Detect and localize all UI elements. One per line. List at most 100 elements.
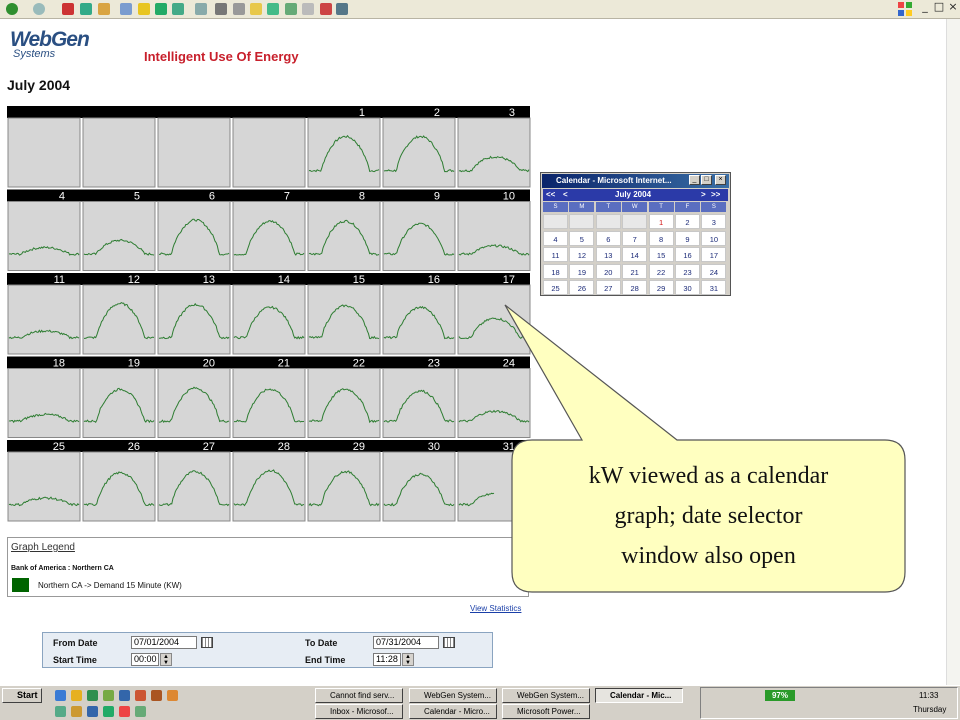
next-month-button[interactable]: > <box>701 189 706 201</box>
popup-maximize-button[interactable]: □ <box>701 175 712 185</box>
popup-day-cell[interactable]: 16 <box>675 247 700 262</box>
quicklaunch-icon[interactable] <box>119 706 130 717</box>
start-time-input[interactable]: 00:00 <box>131 653 159 666</box>
day-cell <box>157 368 231 438</box>
task-button[interactable]: Calendar - Micro... <box>409 704 497 719</box>
day-cell <box>82 368 156 438</box>
task-button[interactable]: Inbox - Microsof... <box>315 704 403 719</box>
popup-day-cell[interactable]: 21 <box>622 263 648 279</box>
powerpoint-icon[interactable] <box>135 690 146 701</box>
day-cell <box>457 368 531 438</box>
popup-day-cell[interactable]: 17 <box>701 247 727 262</box>
word-icon[interactable] <box>119 690 130 701</box>
start-time-spinner[interactable]: ▲ ▼ <box>160 653 172 666</box>
end-time-input[interactable]: 11:28 <box>373 653 401 666</box>
popup-day-cell[interactable]: 28 <box>622 280 648 295</box>
to-date-input[interactable]: 07/31/2004 <box>373 636 439 649</box>
quicklaunch-icon[interactable] <box>55 706 66 717</box>
popup-day-cell[interactable]: 10 <box>701 230 727 246</box>
next-year-button[interactable]: >> <box>711 189 720 201</box>
popup-day-cell[interactable]: 3 <box>701 214 727 229</box>
popup-day-cell[interactable]: 20 <box>595 263 621 279</box>
popup-day-cell[interactable]: 23 <box>675 263 700 279</box>
popup-day-cell[interactable]: 31 <box>701 280 727 295</box>
popup-close-button[interactable]: × <box>715 175 726 185</box>
popup-day-cell[interactable]: 9 <box>675 230 700 246</box>
day-number: 4 <box>59 191 65 203</box>
day-cell <box>82 284 156 355</box>
day-cell <box>7 451 81 522</box>
clock-time[interactable]: 11:33 <box>919 691 938 700</box>
prev-month-button[interactable]: < <box>563 189 568 201</box>
popup-day-cell[interactable]: 24 <box>701 263 727 279</box>
weekday-header: W <box>622 202 648 212</box>
popup-day-cell[interactable]: 19 <box>569 263 595 279</box>
task-button-active[interactable]: Calendar - Mic... <box>595 688 683 703</box>
popup-day-cell[interactable]: 22 <box>648 263 674 279</box>
acrobat-icon[interactable] <box>167 690 178 701</box>
ie-icon[interactable] <box>55 690 66 701</box>
desktop-icon[interactable] <box>87 690 98 701</box>
excel-icon[interactable] <box>103 690 114 701</box>
day-number: 10 <box>503 191 515 203</box>
task-button[interactable]: Cannot find serv... <box>315 688 403 703</box>
day-cell <box>307 368 381 438</box>
task-button[interactable]: WebGen System... <box>502 688 590 703</box>
popup-day-cell[interactable]: 14 <box>622 247 648 262</box>
quicklaunch-icon[interactable] <box>135 706 146 717</box>
popup-day-cell[interactable]: 4 <box>543 230 568 246</box>
prev-year-button[interactable]: << <box>546 189 555 201</box>
calendar-icon[interactable] <box>201 637 213 648</box>
day-number: 5 <box>134 191 140 203</box>
day-number: 3 <box>509 107 515 119</box>
popup-day-cell[interactable]: 29 <box>648 280 674 295</box>
day-cell <box>307 451 381 522</box>
quicklaunch-icon[interactable] <box>71 706 82 717</box>
popup-day-cell[interactable]: 25 <box>543 280 568 295</box>
popup-day-cell[interactable]: 26 <box>569 280 595 295</box>
day-number: 26 <box>128 441 140 453</box>
start-button[interactable]: Start <box>2 688 42 703</box>
popup-day-cell[interactable]: 2 <box>675 214 700 229</box>
popup-day-cell[interactable]: 30 <box>675 280 700 295</box>
day-cell <box>382 368 456 438</box>
week-header-bar <box>7 273 530 285</box>
legend-title[interactable]: Graph Legend <box>11 542 75 553</box>
popup-day-cell[interactable]: 13 <box>595 247 621 262</box>
popup-day-cell[interactable]: 11 <box>543 247 568 262</box>
quicklaunch-icon[interactable] <box>87 706 98 717</box>
weekday-header: M <box>569 202 595 212</box>
popup-minimize-button[interactable]: _ <box>689 175 700 185</box>
graph-legend: Graph Legend Bank of America : Northern … <box>7 537 529 597</box>
popup-day-cell[interactable]: 18 <box>543 263 568 279</box>
task-button[interactable]: Microsoft Power... <box>502 704 590 719</box>
popup-day-cell[interactable]: 6 <box>595 230 621 246</box>
popup-day-cell[interactable]: 7 <box>622 230 648 246</box>
day-cell <box>82 117 156 188</box>
popup-day-cell[interactable]: 27 <box>595 280 621 295</box>
end-time-spinner[interactable]: ▲ ▼ <box>402 653 414 666</box>
quicklaunch-icon[interactable] <box>103 706 114 717</box>
day-number: 18 <box>53 358 65 370</box>
day-cell <box>382 201 456 271</box>
task-button[interactable]: WebGen System... <box>409 688 497 703</box>
outlook-icon[interactable] <box>71 690 82 701</box>
access-icon[interactable] <box>151 690 162 701</box>
battery-indicator[interactable]: 97% <box>765 690 795 701</box>
popup-day-cell[interactable]: 1 <box>648 214 674 229</box>
calendar-icon[interactable] <box>443 637 455 648</box>
to-date-label: To Date <box>305 638 338 648</box>
day-number: 2 <box>434 107 440 119</box>
view-statistics-link[interactable]: View Statistics <box>470 604 521 613</box>
popup-day-cell[interactable]: 5 <box>569 230 595 246</box>
popup-day-cell[interactable]: 15 <box>648 247 674 262</box>
popup-day-cell[interactable]: 8 <box>648 230 674 246</box>
popup-month-label: July 2004 <box>615 190 652 199</box>
from-date-label: From Date <box>53 638 98 648</box>
day-cell <box>232 117 306 188</box>
from-date-input[interactable]: 07/01/2004 <box>131 636 197 649</box>
clock-day: Thursday <box>913 705 947 714</box>
popup-day-cell[interactable]: 12 <box>569 247 595 262</box>
day-cell <box>457 201 531 271</box>
day-number: 9 <box>434 191 440 203</box>
